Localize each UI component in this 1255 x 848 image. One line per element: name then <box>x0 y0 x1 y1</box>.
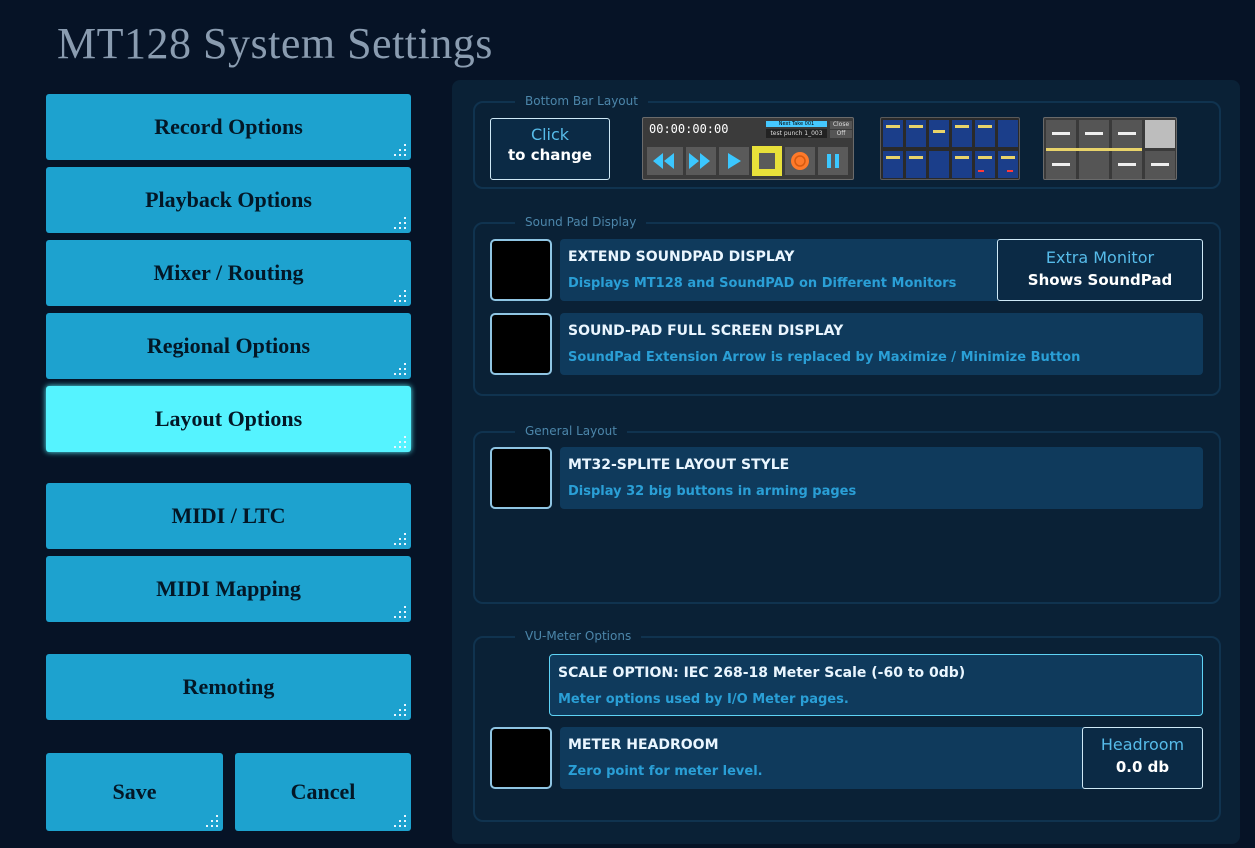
fullscreen-soundpad-row[interactable]: SOUND-PAD FULL SCREEN DISPLAY SoundPad E… <box>560 313 1203 375</box>
mixer-routing-button[interactable]: Mixer / Routing <box>46 240 411 306</box>
midi-ltc-label: MIDI / LTC <box>171 503 286 528</box>
mt32-layout-checkbox[interactable] <box>490 447 552 509</box>
play-icon <box>719 147 749 175</box>
resize-grip-icon <box>394 704 406 716</box>
tools-layout-thumbnail[interactable] <box>1043 117 1177 180</box>
resize-grip-icon <box>394 533 406 545</box>
fast-forward-icon <box>686 147 716 175</box>
cancel-label: Cancel <box>290 779 356 804</box>
remoting-label: Remoting <box>182 674 275 699</box>
headroom-label: Headroom <box>1100 735 1185 754</box>
midi-mapping-label: MIDI Mapping <box>156 576 301 601</box>
save-label: Save <box>112 779 157 804</box>
mt32-layout-title: MT32-SPLITE LAYOUT STYLE <box>568 457 790 473</box>
layout-options-label: Layout Options <box>154 406 303 431</box>
mt32-layout-row[interactable]: MT32-SPLITE LAYOUT STYLE Display 32 big … <box>560 447 1203 509</box>
save-button[interactable]: Save <box>46 753 223 831</box>
click-label: Click <box>530 125 570 144</box>
extend-soundpad-checkbox[interactable] <box>490 239 552 301</box>
resize-grip-icon <box>394 606 406 618</box>
page-title: MT128 System Settings <box>57 19 493 68</box>
click-to-change-button[interactable]: Click to change <box>490 118 610 180</box>
extra-monitor-label: Extra Monitor <box>1045 248 1155 267</box>
resize-grip-icon <box>394 290 406 302</box>
to-change-label: to change <box>508 146 592 164</box>
transport-take: Next Take 001 <box>766 121 827 127</box>
meter-headroom-checkbox[interactable] <box>490 727 552 789</box>
resize-grip-icon <box>394 363 406 375</box>
playback-options-button[interactable]: Playback Options <box>46 167 411 233</box>
record-icon <box>785 147 815 175</box>
regional-options-label: Regional Options <box>146 333 311 358</box>
vu-meter-legend: VU-Meter Options <box>515 629 642 643</box>
resize-grip-icon <box>394 436 406 448</box>
midi-ltc-button[interactable]: MIDI / LTC <box>46 483 411 549</box>
mt32-layout-desc: Display 32 big buttons in arming pages <box>568 484 857 499</box>
sound-pad-legend: Sound Pad Display <box>515 215 647 229</box>
cancel-button[interactable]: Cancel <box>235 753 411 831</box>
resize-grip-icon <box>394 144 406 156</box>
rewind-icon <box>647 147 683 175</box>
stop-icon <box>752 146 782 176</box>
scale-option-title: SCALE OPTION: IEC 268-18 Meter Scale (-6… <box>558 665 966 681</box>
remoting-button[interactable]: Remoting <box>46 654 411 720</box>
resize-grip-icon <box>394 815 406 827</box>
resize-grip-icon <box>394 217 406 229</box>
transport-close: Close <box>830 121 852 129</box>
scale-option-desc: Meter options used by I/O Meter pages. <box>558 692 849 707</box>
transport-off: Off <box>830 130 852 138</box>
transport-punch: test punch 1_003 <box>766 129 827 138</box>
midi-mapping-button[interactable]: MIDI Mapping <box>46 556 411 622</box>
record-options-button[interactable]: Record Options <box>46 94 411 160</box>
extra-monitor-selector[interactable]: Extra Monitor Shows SoundPad <box>997 239 1203 301</box>
headroom-selector[interactable]: Headroom 0.0 db <box>1082 727 1203 789</box>
scale-option-row[interactable]: SCALE OPTION: IEC 268-18 Meter Scale (-6… <box>549 654 1203 716</box>
pause-icon <box>818 147 848 175</box>
resize-grip-icon <box>206 815 218 827</box>
regional-options-button[interactable]: Regional Options <box>46 313 411 379</box>
bottom-bar-legend: Bottom Bar Layout <box>515 94 648 108</box>
fullscreen-soundpad-desc: SoundPad Extension Arrow is replaced by … <box>568 350 1081 365</box>
tools-buttons-icon <box>1046 120 1175 179</box>
record-options-label: Record Options <box>154 114 303 139</box>
transport-layout-thumbnail[interactable]: 00:00:00:00 Next Take 001 test punch 1_0… <box>642 117 854 180</box>
extra-monitor-value: Shows SoundPad <box>1027 271 1173 289</box>
playback-options-label: Playback Options <box>145 187 312 212</box>
locate-buttons-icon <box>883 120 1018 178</box>
transport-time: 00:00:00:00 <box>649 122 729 136</box>
mixer-routing-label: Mixer / Routing <box>153 260 304 285</box>
fullscreen-soundpad-checkbox[interactable] <box>490 313 552 375</box>
locate-layout-thumbnail[interactable] <box>880 117 1020 180</box>
layout-options-button[interactable]: Layout Options <box>46 386 411 452</box>
fullscreen-soundpad-title: SOUND-PAD FULL SCREEN DISPLAY <box>568 323 844 339</box>
headroom-value: 0.0 db <box>1115 758 1170 776</box>
general-layout-legend: General Layout <box>515 424 627 438</box>
